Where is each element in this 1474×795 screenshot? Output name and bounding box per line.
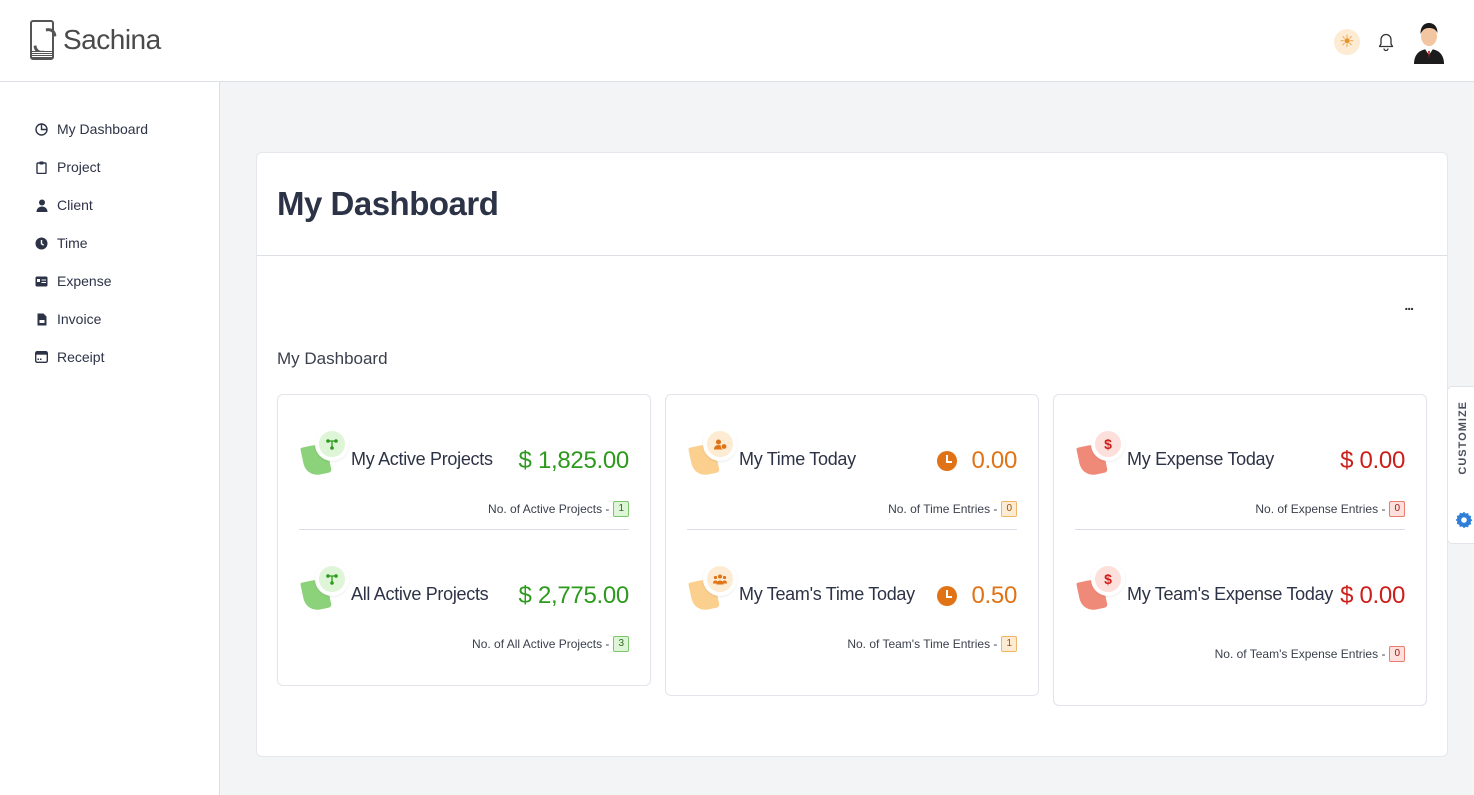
time-card: My Time Today 0.00 No. of Time Entries -…	[665, 394, 1039, 696]
stat-label: All Active Projects	[351, 584, 489, 604]
stat-sub-label: No. of Team's Expense Entries -	[1214, 647, 1386, 661]
sidebar-item-label: My Dashboard	[57, 121, 149, 137]
sidebar-item-expense[interactable]: Expense	[0, 262, 219, 300]
header-actions: ☀	[1334, 20, 1446, 64]
sidebar-item-project[interactable]: Project	[0, 148, 219, 186]
stat-value: $ 1,825.00	[518, 447, 630, 474]
stat-item[interactable]: My Active Projects $ 1,825.00 No. of Act…	[299, 415, 629, 535]
page-title: My Dashboard	[277, 185, 499, 222]
id-card-icon	[35, 275, 48, 288]
app-name: Sachina	[63, 24, 161, 55]
count-badge: 0	[1001, 501, 1017, 517]
count-badge: 1	[613, 501, 629, 517]
avatar[interactable]	[1412, 20, 1446, 64]
bell-icon[interactable]	[1376, 32, 1396, 52]
logo-mark-icon	[30, 20, 54, 60]
divider	[299, 529, 629, 530]
clock-icon	[35, 237, 48, 250]
more-options-button[interactable]: ...	[1404, 297, 1414, 313]
stat-sub-label: No. of All Active Projects -	[472, 637, 610, 651]
stat-label: My Time Today	[739, 449, 856, 469]
sidebar-item-invoice[interactable]: Invoice	[0, 300, 219, 338]
stat-item[interactable]: $ My Expense Today $ 0.00 No. of Expense…	[1075, 415, 1405, 535]
clipboard-icon	[35, 161, 48, 174]
user-clock-badge-icon	[688, 427, 737, 479]
panel-header: My Dashboard	[257, 153, 1447, 256]
dashboard-panel: My Dashboard ... My Dashboard My Active …	[256, 152, 1448, 757]
sidebar-item-receipt[interactable]: Receipt	[0, 338, 219, 376]
stat-subtext: No. of Team's Expense Entries - 0	[1215, 646, 1405, 662]
sidebar-item-label: Expense	[57, 273, 112, 289]
stat-subtext: No. of All Active Projects - 3	[472, 636, 629, 652]
stat-subtext: No. of Time Entries - 0	[888, 501, 1017, 517]
customize-label: CUSTOMIZE	[1457, 401, 1469, 475]
stat-value: $ 0.00	[1340, 447, 1405, 474]
sidebar-item-label: Client	[57, 197, 93, 213]
customize-tab[interactable]: CUSTOMIZE	[1447, 386, 1474, 544]
stat-sub-label: No. of Expense Entries -	[1255, 502, 1386, 516]
stat-subtext: No. of Team's Time Entries - 1	[847, 636, 1017, 652]
projects-card: My Active Projects $ 1,825.00 No. of Act…	[277, 394, 651, 686]
clock-icon	[937, 586, 958, 606]
stat-value: 0.50	[971, 582, 1017, 609]
divider	[1075, 529, 1405, 530]
stat-value-wrap: 0.50	[937, 582, 1017, 610]
stat-sub-label: No. of Team's Time Entries -	[847, 637, 998, 651]
sidebar-item-label: Receipt	[57, 349, 105, 365]
stat-label: My Expense Today	[1127, 449, 1274, 469]
receipt-icon	[35, 351, 48, 364]
sidebar-item-label: Invoice	[57, 311, 102, 327]
user-icon	[35, 199, 48, 212]
sidebar: My Dashboard Project Client Time Expense…	[0, 82, 220, 795]
expense-card: $ My Expense Today $ 0.00 No. of Expense…	[1053, 394, 1427, 706]
stat-item[interactable]: All Active Projects $ 2,775.00 No. of Al…	[299, 550, 629, 670]
stat-value-wrap: 0.00	[937, 447, 1017, 475]
count-badge: 0	[1389, 501, 1405, 517]
project-badge-icon	[300, 427, 349, 479]
sidebar-item-client[interactable]: Client	[0, 186, 219, 224]
gear-icon	[1455, 511, 1473, 529]
team-badge-icon	[688, 562, 737, 614]
stat-subtext: No. of Expense Entries - 0	[1255, 501, 1405, 517]
stat-sub-label: No. of Active Projects -	[488, 502, 610, 516]
project-badge-icon	[300, 562, 349, 614]
sidebar-nav: My Dashboard Project Client Time Expense…	[0, 82, 219, 376]
sidebar-item-label: Project	[57, 159, 101, 175]
dollar-badge-icon: $	[1076, 427, 1125, 479]
clock-icon	[937, 451, 958, 471]
stat-value: $ 0.00	[1340, 582, 1405, 609]
stat-value: 0.00	[971, 447, 1017, 474]
stat-label: My Team's Time Today	[739, 584, 915, 604]
dollar-badge-icon: $	[1076, 562, 1125, 614]
sun-icon[interactable]: ☀	[1334, 29, 1360, 55]
app-logo[interactable]: Sachina	[30, 20, 161, 60]
sidebar-item-my-dashboard[interactable]: My Dashboard	[0, 110, 219, 148]
sidebar-item-time[interactable]: Time	[0, 224, 219, 262]
stat-item[interactable]: My Time Today 0.00 No. of Time Entries -…	[687, 415, 1017, 535]
stat-label: My Active Projects	[351, 449, 493, 469]
count-badge: 1	[1001, 636, 1017, 652]
stat-item[interactable]: $ My Team's Expense Today $ 0.00 No. of …	[1075, 550, 1405, 670]
file-invoice-icon	[35, 313, 48, 326]
top-header: Sachina ☀	[0, 0, 1474, 82]
stat-subtext: No. of Active Projects - 1	[488, 501, 629, 517]
stat-label: My Team's Expense Today	[1127, 584, 1333, 604]
sidebar-item-label: Time	[57, 235, 88, 251]
stat-sub-label: No. of Time Entries -	[888, 502, 998, 516]
stat-item[interactable]: My Team's Time Today 0.50 No. of Team's …	[687, 550, 1017, 670]
section-title: My Dashboard	[277, 349, 388, 368]
stat-value: $ 2,775.00	[518, 582, 630, 609]
count-badge: 3	[613, 636, 629, 652]
count-badge: 0	[1389, 646, 1405, 662]
divider	[687, 529, 1017, 530]
pie-chart-icon	[35, 122, 48, 136]
